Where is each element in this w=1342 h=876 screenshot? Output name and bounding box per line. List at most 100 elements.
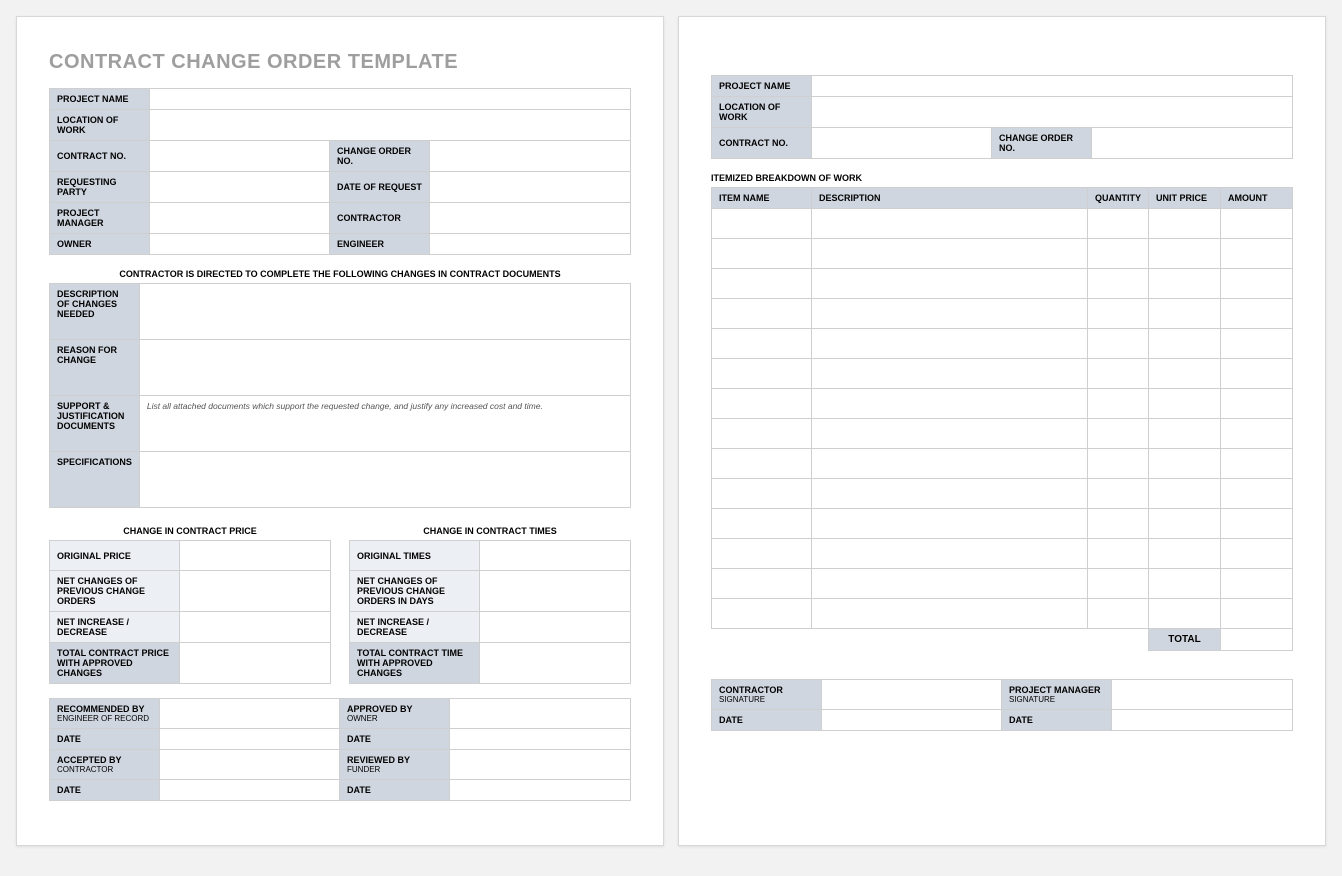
field-location-of-work-2[interactable] (812, 97, 1293, 128)
cell-desc[interactable] (812, 239, 1088, 269)
cell-desc[interactable] (812, 479, 1088, 509)
cell-qty[interactable] (1088, 539, 1149, 569)
cell-desc[interactable] (812, 299, 1088, 329)
cell-amt[interactable] (1221, 329, 1293, 359)
cell-itemname[interactable] (712, 509, 812, 539)
cell-amt[interactable] (1221, 509, 1293, 539)
cell-qty[interactable] (1088, 419, 1149, 449)
field-change-order-no-2[interactable] (1092, 128, 1293, 159)
cell-amt[interactable] (1221, 479, 1293, 509)
field-support-docs[interactable]: List all attached documents which suppor… (139, 396, 630, 452)
field-reason-change[interactable] (139, 340, 630, 396)
cell-amt[interactable] (1221, 449, 1293, 479)
field-project-name[interactable] (150, 89, 631, 110)
cell-desc[interactable] (812, 389, 1088, 419)
field-project-name-2[interactable] (812, 76, 1293, 97)
cell-itemname[interactable] (712, 599, 812, 629)
field-total[interactable] (1221, 629, 1293, 651)
field-engineer[interactable] (430, 234, 631, 255)
cell-itemname[interactable] (712, 539, 812, 569)
field-contractor-sig[interactable] (822, 680, 1002, 710)
field-original-times[interactable] (480, 541, 631, 571)
field-pm-sig[interactable] (1112, 680, 1293, 710)
cell-price[interactable] (1149, 479, 1221, 509)
field-approved-date[interactable] (450, 729, 631, 750)
field-accepted-date[interactable] (160, 780, 340, 801)
cell-qty[interactable] (1088, 449, 1149, 479)
cell-itemname[interactable] (712, 269, 812, 299)
cell-amt[interactable] (1221, 569, 1293, 599)
cell-qty[interactable] (1088, 359, 1149, 389)
cell-price[interactable] (1149, 209, 1221, 239)
cell-itemname[interactable] (712, 299, 812, 329)
field-total-price[interactable] (180, 643, 331, 684)
cell-amt[interactable] (1221, 239, 1293, 269)
cell-qty[interactable] (1088, 209, 1149, 239)
field-net-inc-price[interactable] (180, 612, 331, 643)
cell-amt[interactable] (1221, 419, 1293, 449)
field-location-of-work[interactable] (150, 110, 631, 141)
cell-qty[interactable] (1088, 389, 1149, 419)
cell-qty[interactable] (1088, 599, 1149, 629)
cell-amt[interactable] (1221, 359, 1293, 389)
cell-desc[interactable] (812, 269, 1088, 299)
cell-itemname[interactable] (712, 329, 812, 359)
field-total-times[interactable] (480, 643, 631, 684)
cell-price[interactable] (1149, 419, 1221, 449)
cell-price[interactable] (1149, 299, 1221, 329)
cell-qty[interactable] (1088, 239, 1149, 269)
field-owner[interactable] (150, 234, 330, 255)
field-net-previous-price[interactable] (180, 571, 331, 612)
cell-qty[interactable] (1088, 509, 1149, 539)
cell-desc[interactable] (812, 419, 1088, 449)
cell-price[interactable] (1149, 449, 1221, 479)
cell-amt[interactable] (1221, 299, 1293, 329)
field-accepted-sig[interactable] (160, 750, 340, 780)
cell-qty[interactable] (1088, 329, 1149, 359)
field-reviewed-date[interactable] (450, 780, 631, 801)
field-specifications[interactable] (139, 452, 630, 508)
cell-price[interactable] (1149, 539, 1221, 569)
cell-price[interactable] (1149, 389, 1221, 419)
cell-itemname[interactable] (712, 569, 812, 599)
cell-amt[interactable] (1221, 269, 1293, 299)
cell-price[interactable] (1149, 239, 1221, 269)
cell-itemname[interactable] (712, 479, 812, 509)
field-date-of-request[interactable] (430, 172, 631, 203)
field-contractor-date[interactable] (822, 710, 1002, 731)
field-net-inc-times[interactable] (480, 612, 631, 643)
cell-price[interactable] (1149, 569, 1221, 599)
cell-itemname[interactable] (712, 359, 812, 389)
cell-desc[interactable] (812, 569, 1088, 599)
cell-price[interactable] (1149, 329, 1221, 359)
field-contract-no[interactable] (150, 141, 330, 172)
cell-desc[interactable] (812, 599, 1088, 629)
cell-desc[interactable] (812, 329, 1088, 359)
field-pm-date[interactable] (1112, 710, 1293, 731)
cell-qty[interactable] (1088, 269, 1149, 299)
cell-amt[interactable] (1221, 539, 1293, 569)
cell-itemname[interactable] (712, 209, 812, 239)
cell-desc[interactable] (812, 539, 1088, 569)
cell-price[interactable] (1149, 509, 1221, 539)
field-contractor[interactable] (430, 203, 631, 234)
cell-amt[interactable] (1221, 599, 1293, 629)
cell-qty[interactable] (1088, 479, 1149, 509)
field-net-previous-times[interactable] (480, 571, 631, 612)
cell-amt[interactable] (1221, 209, 1293, 239)
cell-itemname[interactable] (712, 419, 812, 449)
field-original-price[interactable] (180, 541, 331, 571)
field-approved-sig[interactable] (450, 699, 631, 729)
field-contract-no-2[interactable] (812, 128, 992, 159)
field-reviewed-sig[interactable] (450, 750, 631, 780)
cell-itemname[interactable] (712, 449, 812, 479)
field-description-changes[interactable] (139, 284, 630, 340)
field-change-order-no[interactable] (430, 141, 631, 172)
field-recommended-sig[interactable] (160, 699, 340, 729)
cell-amt[interactable] (1221, 389, 1293, 419)
cell-itemname[interactable] (712, 239, 812, 269)
cell-itemname[interactable] (712, 389, 812, 419)
cell-price[interactable] (1149, 269, 1221, 299)
cell-desc[interactable] (812, 449, 1088, 479)
cell-qty[interactable] (1088, 569, 1149, 599)
